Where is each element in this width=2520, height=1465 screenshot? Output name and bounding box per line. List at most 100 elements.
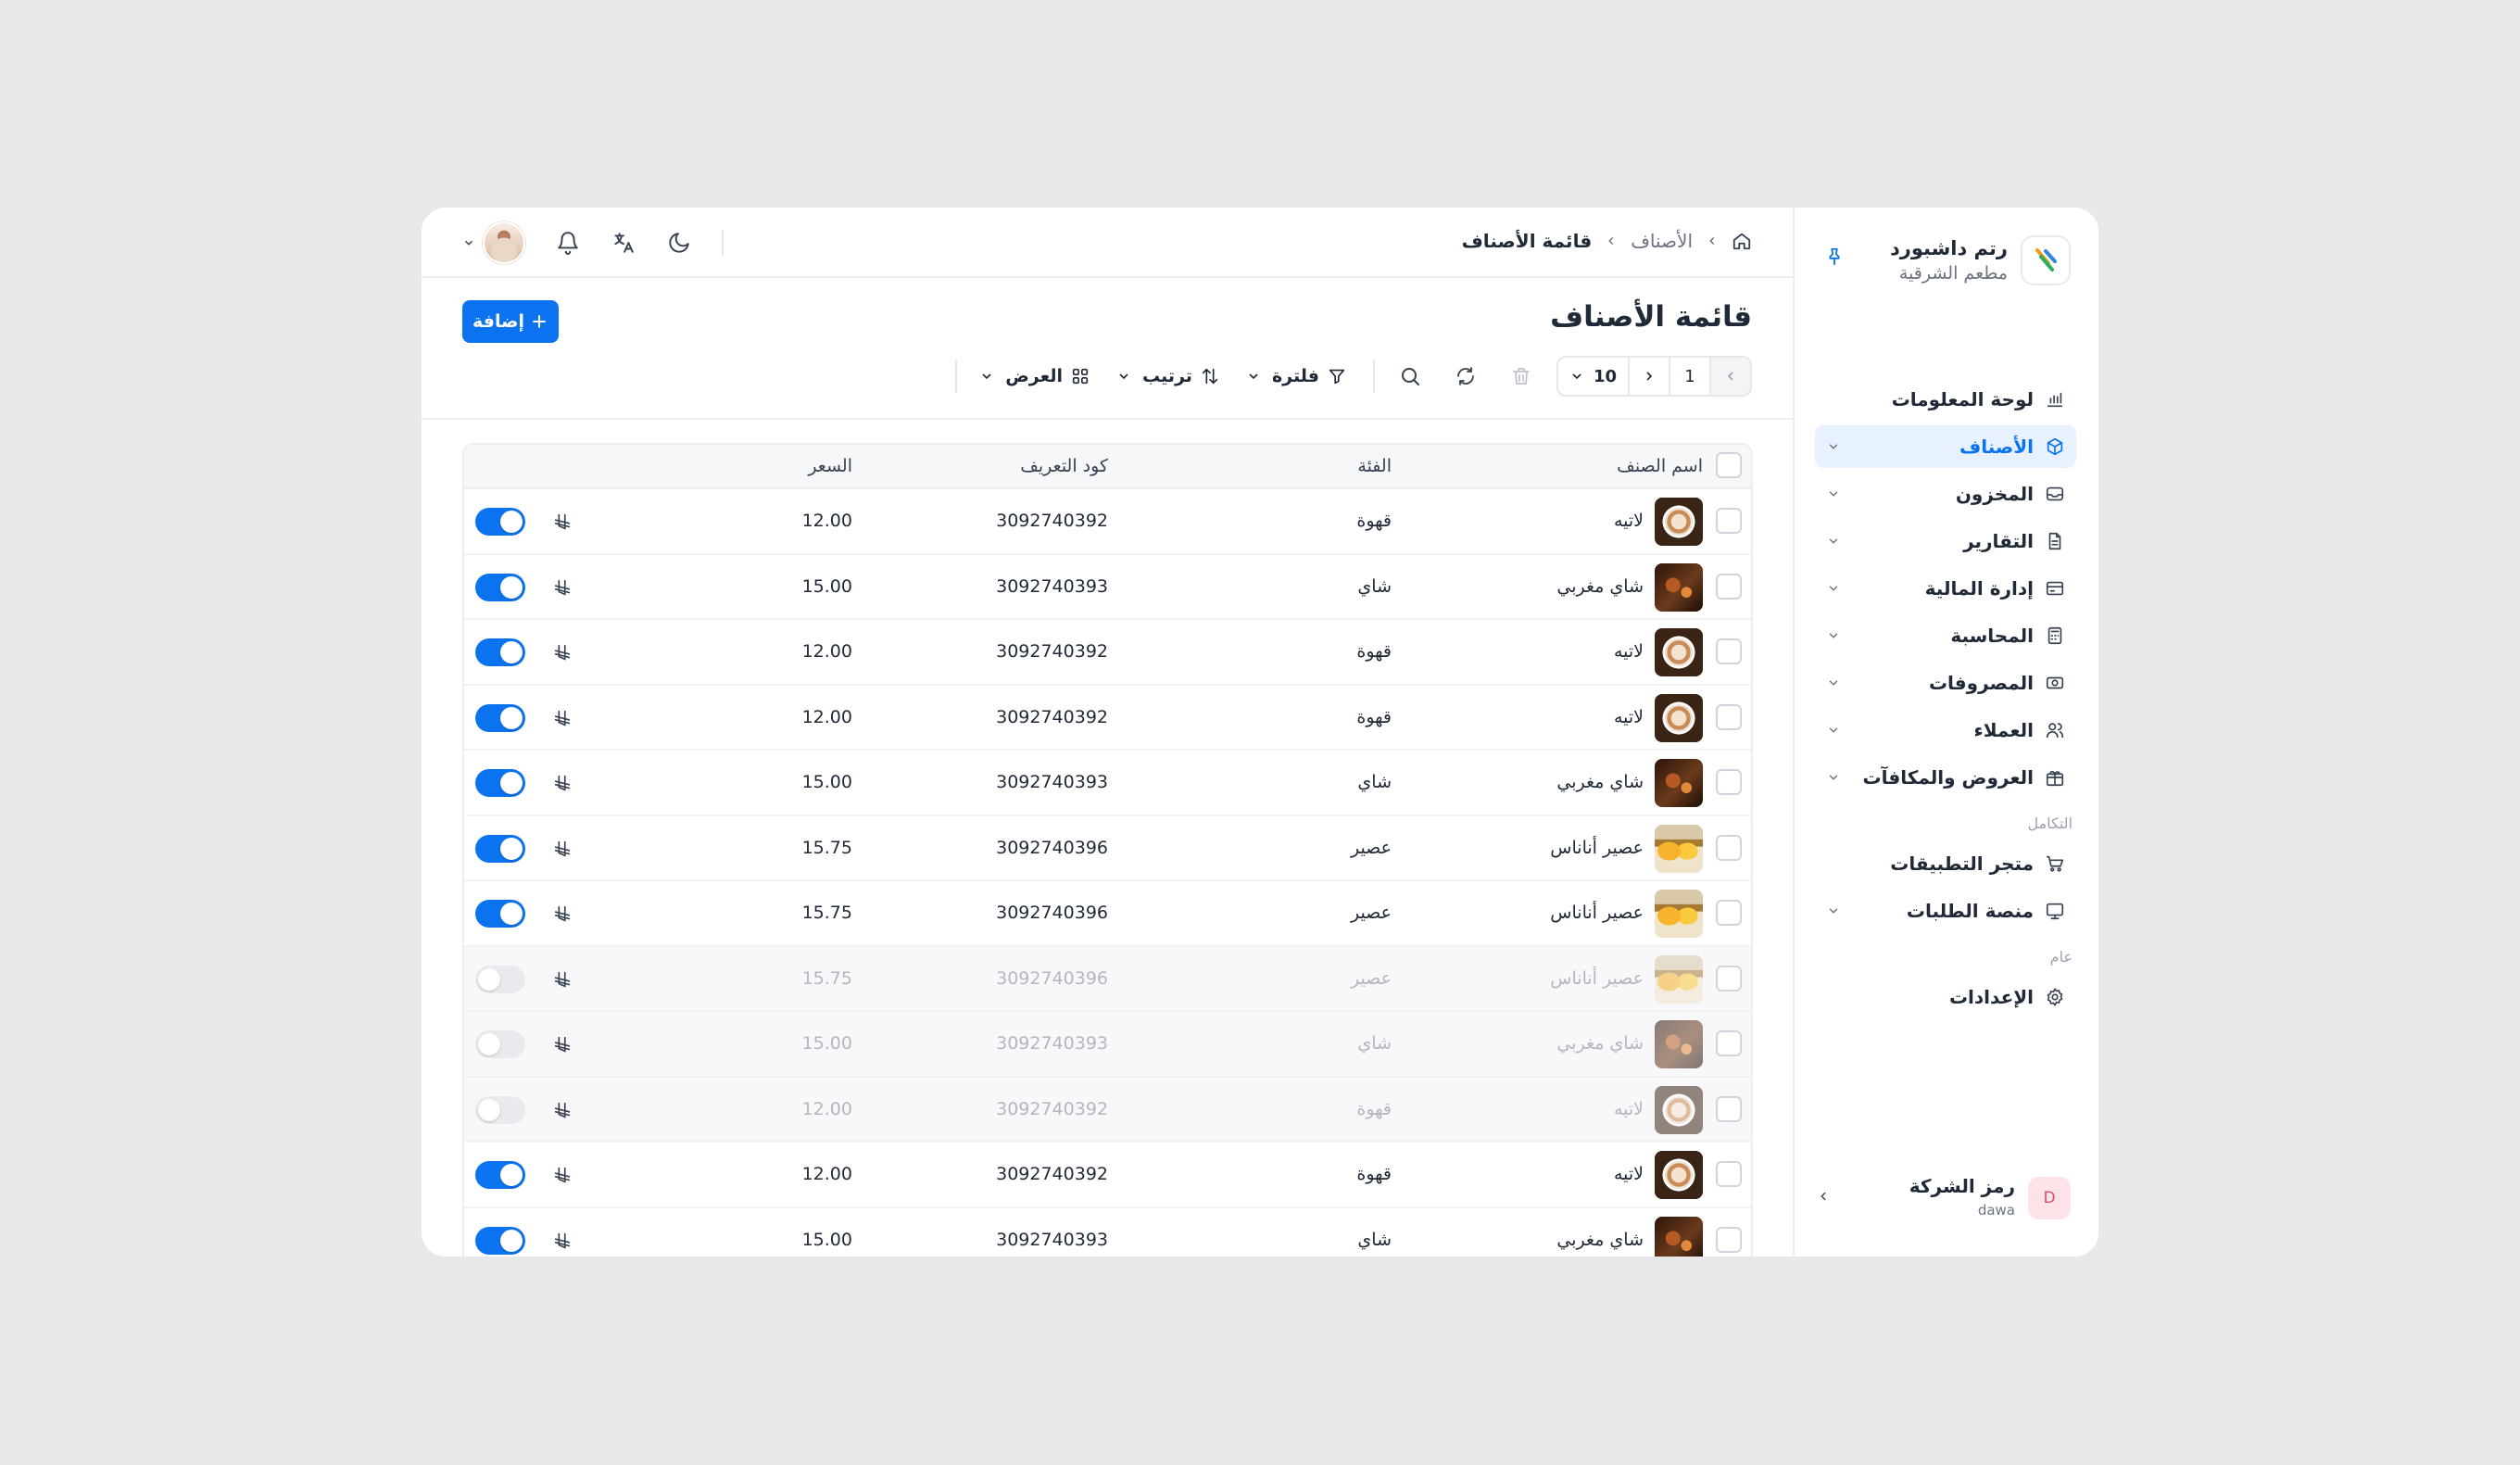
- row-checkbox[interactable]: [1716, 703, 1742, 730]
- filter-dropdown[interactable]: فلترة: [1246, 356, 1347, 397]
- row-checkbox[interactable]: [1716, 834, 1742, 861]
- add-button[interactable]: إضافة: [462, 300, 559, 343]
- user-avatar[interactable]: [483, 221, 525, 264]
- item-code: 3092740396: [996, 903, 1108, 923]
- brand[interactable]: رتم داشبورد مطعم الشرقية: [1815, 234, 2071, 287]
- riyal-icon[interactable]: [552, 708, 573, 728]
- view-dropdown[interactable]: العرض: [979, 356, 1090, 397]
- page-size-select[interactable]: 10: [1558, 358, 1630, 395]
- table-row[interactable]: لاتيه قهوة 3092740392 12.00: [464, 489, 1751, 555]
- page-number[interactable]: 1: [1669, 358, 1711, 395]
- item-price: 15.75: [801, 967, 852, 989]
- riyal-icon[interactable]: [552, 642, 573, 663]
- trash-icon[interactable]: [1501, 356, 1542, 397]
- breadcrumb: الأصناف قائمة الأصناف: [1462, 230, 1752, 252]
- row-checkbox[interactable]: [1716, 900, 1742, 926]
- pin-icon[interactable]: [1821, 243, 1848, 271]
- riyal-icon[interactable]: [552, 577, 573, 598]
- home-icon[interactable]: [1732, 231, 1752, 251]
- status-toggle[interactable]: [475, 769, 525, 797]
- sidebar-item-monitor[interactable]: منصة الطلبات: [1815, 890, 2076, 932]
- row-checkbox[interactable]: [1716, 965, 1742, 991]
- status-toggle[interactable]: [475, 703, 525, 732]
- chevron-down-icon: [1826, 770, 1841, 785]
- column-name[interactable]: اسم الصنف: [1617, 456, 1703, 476]
- table-row[interactable]: شاي مغربي شاي 3092740393 15.00: [464, 751, 1751, 816]
- row-checkbox[interactable]: [1716, 769, 1742, 795]
- translate-icon[interactable]: [605, 224, 642, 261]
- status-toggle[interactable]: [475, 1030, 525, 1058]
- item-price: 12.00: [801, 1164, 852, 1184]
- table-row[interactable]: لاتيه قهوة 3092740392 12.00: [464, 1143, 1751, 1208]
- column-code[interactable]: كود التعريف: [1020, 456, 1108, 476]
- riyal-icon[interactable]: [552, 511, 573, 532]
- table-row[interactable]: لاتيه قهوة 3092740392 12.00: [464, 1077, 1751, 1143]
- row-checkbox[interactable]: [1716, 508, 1742, 534]
- column-price[interactable]: السعر: [808, 456, 852, 476]
- sidebar-item-gift[interactable]: العروض والمكافآت: [1815, 756, 2076, 799]
- riyal-icon[interactable]: [552, 903, 573, 924]
- sidebar-item-inbox[interactable]: المخزون: [1815, 473, 2076, 515]
- sidebar-item-calculator[interactable]: المحاسبة: [1815, 614, 2076, 657]
- next-page-button[interactable]: [1630, 358, 1669, 395]
- status-toggle[interactable]: [475, 834, 525, 863]
- bell-icon[interactable]: [549, 224, 586, 261]
- riyal-icon[interactable]: [552, 1165, 573, 1185]
- riyal-icon[interactable]: [552, 839, 573, 859]
- status-toggle[interactable]: [475, 638, 525, 666]
- status-toggle[interactable]: [475, 1161, 525, 1189]
- box-icon: [2045, 436, 2065, 457]
- riyal-icon[interactable]: [552, 1034, 573, 1055]
- row-checkbox[interactable]: [1716, 1095, 1742, 1122]
- sidebar-item-card[interactable]: إدارة المالية: [1815, 567, 2076, 610]
- sidebar-item-chart[interactable]: لوحة المعلومات: [1815, 378, 2076, 421]
- sidebar-item-users[interactable]: العملاء: [1815, 709, 2076, 751]
- sidebar-item-box[interactable]: الأصناف: [1815, 425, 2076, 468]
- table-row[interactable]: شاي مغربي شاي 3092740393 15.00: [464, 554, 1751, 620]
- sidebar-item-file[interactable]: التقارير: [1815, 520, 2076, 562]
- sort-dropdown[interactable]: ترتيب: [1116, 356, 1220, 397]
- company-label: رمز الشركة: [1909, 1175, 2015, 1197]
- status-toggle[interactable]: [475, 1226, 525, 1255]
- breadcrumb-parent[interactable]: الأصناف: [1631, 230, 1693, 252]
- row-checkbox[interactable]: [1716, 573, 1742, 600]
- moon-icon[interactable]: [661, 224, 698, 261]
- riyal-icon[interactable]: [552, 773, 573, 793]
- column-category[interactable]: الفئة: [1357, 456, 1392, 476]
- status-toggle[interactable]: [475, 573, 525, 601]
- sidebar-item-cart[interactable]: متجر التطبيقات: [1815, 842, 2076, 885]
- row-checkbox[interactable]: [1716, 1226, 1742, 1253]
- sidebar-item-gear[interactable]: الإعدادات: [1815, 976, 2076, 1018]
- riyal-icon[interactable]: [552, 1100, 573, 1120]
- sidebar-item-main: العملاء: [1974, 719, 2065, 741]
- filter-icon: [1327, 366, 1347, 386]
- table-row[interactable]: عصير أناناس عصير 3092740396 15.75: [464, 881, 1751, 947]
- status-toggle[interactable]: [475, 1095, 525, 1124]
- status-toggle[interactable]: [475, 900, 525, 928]
- status-toggle[interactable]: [475, 965, 525, 993]
- sort-icon: [1200, 366, 1220, 386]
- search-icon[interactable]: [1390, 356, 1430, 397]
- row-checkbox[interactable]: [1716, 1030, 1742, 1056]
- prev-page-button[interactable]: [1711, 358, 1750, 395]
- table-row[interactable]: عصير أناناس عصير 3092740396 15.75: [464, 815, 1751, 881]
- table-row[interactable]: شاي مغربي شاي 3092740393 15.00: [464, 1207, 1751, 1257]
- company-switcher[interactable]: D رمز الشركة dawa: [1815, 1171, 2071, 1223]
- chevron-left-icon[interactable]: [1817, 1190, 1830, 1203]
- table-row[interactable]: لاتيه قهوة 3092740392 12.00: [464, 620, 1751, 686]
- row-checkbox[interactable]: [1716, 638, 1742, 664]
- item-category: قهوة: [1356, 641, 1392, 662]
- table-row[interactable]: عصير أناناس عصير 3092740396 15.75: [464, 946, 1751, 1012]
- table-row[interactable]: لاتيه قهوة 3092740392 12.00: [464, 685, 1751, 751]
- select-all-checkbox[interactable]: [1716, 452, 1742, 478]
- status-toggle[interactable]: [475, 508, 525, 536]
- item-name: لاتيه: [1613, 641, 1644, 662]
- refresh-icon[interactable]: [1445, 356, 1486, 397]
- sidebar-item-cash[interactable]: المصروفات: [1815, 662, 2076, 704]
- chevron-down-icon[interactable]: [462, 236, 475, 249]
- chart-icon: [2045, 389, 2065, 410]
- table-row[interactable]: شاي مغربي شاي 3092740393 15.00: [464, 1012, 1751, 1078]
- riyal-icon[interactable]: [552, 969, 573, 990]
- riyal-icon[interactable]: [552, 1231, 573, 1251]
- row-checkbox[interactable]: [1716, 1161, 1742, 1187]
